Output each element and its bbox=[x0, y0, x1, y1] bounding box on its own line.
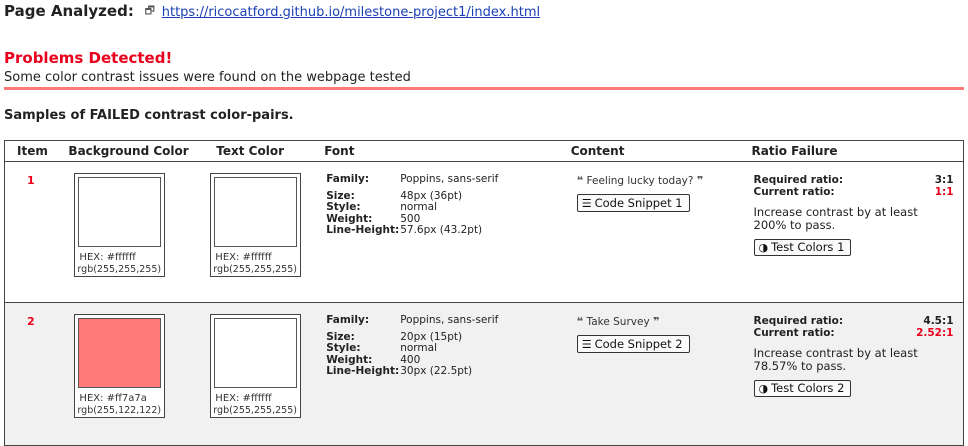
content-text: Take Survey bbox=[586, 316, 650, 328]
line-height-value: 30px (22.5pt) bbox=[400, 365, 473, 377]
font-family-label: Family: bbox=[326, 314, 370, 326]
header-background-color: Background Color bbox=[66, 140, 197, 162]
problems-divider bbox=[4, 87, 964, 90]
ratio-failure: Required ratio: 3:1 Current ratio: 1:1 Inc… bbox=[753, 174, 954, 256]
contrast-icon: ◑ bbox=[758, 241, 769, 254]
required-ratio-label: Required ratio: bbox=[753, 315, 844, 327]
item-number: 2 bbox=[4, 302, 67, 446]
close-quote-icon: ❞ bbox=[696, 174, 704, 187]
text-rgb: rgb(255,255,255) bbox=[213, 405, 297, 416]
text-color-swatch-card: HEX: #ffffff rgb(255,255,255) bbox=[210, 314, 302, 418]
test-colors-button[interactable]: ◑ Test Colors 2 bbox=[753, 380, 852, 397]
background-hex: HEX: #ffffff bbox=[79, 252, 136, 263]
content-text: Feeling lucky today? bbox=[586, 175, 694, 187]
line-height-value: 57.6px (43.2pt) bbox=[400, 224, 483, 236]
header-item: Item bbox=[4, 140, 67, 162]
font-style-value: normal bbox=[400, 201, 437, 213]
test-colors-button-label: Test Colors 1 bbox=[771, 240, 845, 254]
page-analyzed-line: Page Analyzed: 🗗 https://ricocatford.git… bbox=[4, 2, 540, 23]
table-row: 1 HEX: #ffffff rgb(255,255,255) HEX: #ff… bbox=[4, 161, 964, 303]
background-color-swatch bbox=[78, 318, 162, 388]
header-content: Content bbox=[568, 140, 752, 162]
test-colors-button[interactable]: ◑ Test Colors 1 bbox=[753, 239, 852, 256]
background-rgb: rgb(255,255,255) bbox=[77, 264, 162, 275]
current-ratio-value: 2.52:1 bbox=[916, 327, 954, 339]
font-family-label: Family: bbox=[326, 173, 370, 185]
background-rgb: rgb(255,122,122) bbox=[77, 405, 162, 416]
code-snippet-button-label: Code Snippet 2 bbox=[594, 337, 683, 351]
text-color-swatch-card: HEX: #ffffff rgb(255,255,255) bbox=[210, 173, 302, 277]
required-ratio-value: 3:1 bbox=[934, 174, 954, 186]
close-quote-icon: ❞ bbox=[653, 315, 660, 328]
background-hex: HEX: #ff7a7a bbox=[79, 393, 147, 404]
font-family-value: Poppins, sans-serif bbox=[400, 314, 499, 326]
external-link-icon: 🗗 bbox=[144, 4, 155, 17]
text-hex: HEX: #ffffff bbox=[215, 252, 272, 263]
code-lines-icon: ☰ bbox=[581, 338, 592, 351]
text-color-swatch bbox=[214, 177, 298, 247]
header-text-color: Text Color bbox=[196, 140, 323, 162]
code-snippet-button-label: Code Snippet 1 bbox=[594, 196, 683, 210]
problems-subtitle: Some color contrast issues were found on… bbox=[4, 70, 411, 85]
ratio-failure: Required ratio: 4.5:1 Current ratio: 2.52:… bbox=[753, 315, 954, 397]
current-ratio-label: Current ratio: bbox=[753, 327, 835, 339]
open-quote-icon: ❝ bbox=[576, 315, 584, 328]
font-style-label: Style: bbox=[326, 201, 361, 213]
line-height-label: Line-Height: bbox=[326, 224, 400, 236]
contrast-icon: ◑ bbox=[758, 382, 769, 395]
open-quote-icon: ❝ bbox=[576, 174, 584, 187]
code-snippet-button[interactable]: ☰ Code Snippet 2 bbox=[576, 335, 690, 353]
background-color-swatch-card: HEX: #ffffff rgb(255,255,255) bbox=[74, 173, 166, 277]
text-color-swatch bbox=[214, 318, 298, 388]
background-color-swatch bbox=[78, 177, 162, 247]
line-height-label: Line-Height: bbox=[326, 365, 400, 377]
content-quote: ❝ Feeling lucky today? ❞ bbox=[577, 174, 752, 187]
ratio-message: Increase contrast by at least 78.57% to … bbox=[753, 346, 918, 373]
problems-title: Problems Detected! bbox=[4, 49, 173, 67]
current-ratio-label: Current ratio: bbox=[753, 186, 835, 198]
font-style-label: Style: bbox=[326, 342, 361, 354]
analyzed-url-link[interactable]: https://ricocatford.github.io/milestone-… bbox=[162, 5, 540, 20]
ratio-message: Increase contrast by at least 200% to pa… bbox=[753, 205, 918, 232]
font-style-value: normal bbox=[400, 342, 437, 354]
table-header-row: Item Background Color Text Color Font Co… bbox=[4, 140, 964, 162]
page-analyzed-label: Page Analyzed: bbox=[4, 2, 134, 20]
required-ratio-value: 4.5:1 bbox=[923, 315, 954, 327]
background-color-swatch-card: HEX: #ff7a7a rgb(255,122,122) bbox=[74, 314, 166, 418]
header-font: Font bbox=[322, 140, 569, 162]
item-number: 1 bbox=[4, 161, 67, 303]
text-rgb: rgb(255,255,255) bbox=[213, 264, 297, 275]
font-details: Family: Poppins, sans-serif Size: 48px (36… bbox=[326, 173, 569, 237]
current-ratio-value: 1:1 bbox=[934, 186, 954, 198]
text-hex: HEX: #ffffff bbox=[215, 393, 272, 404]
required-ratio-label: Required ratio: bbox=[753, 174, 844, 186]
failed-contrast-table: Item Background Color Text Color Font Co… bbox=[4, 140, 964, 446]
header-ratio-failure: Ratio Failure bbox=[751, 140, 964, 162]
font-family-value: Poppins, sans-serif bbox=[400, 173, 499, 185]
code-snippet-button[interactable]: ☰ Code Snippet 1 bbox=[576, 194, 690, 212]
table-row: 2 HEX: #ff7a7a rgb(255,122,122) HEX: #ff… bbox=[4, 302, 964, 446]
samples-heading: Samples of FAILED contrast color-pairs. bbox=[4, 108, 294, 123]
code-lines-icon: ☰ bbox=[581, 197, 592, 210]
test-colors-button-label: Test Colors 2 bbox=[771, 381, 845, 395]
content-quote: ❝ Take Survey ❞ bbox=[577, 315, 752, 328]
font-details: Family: Poppins, sans-serif Size: 20px (15… bbox=[326, 314, 569, 378]
